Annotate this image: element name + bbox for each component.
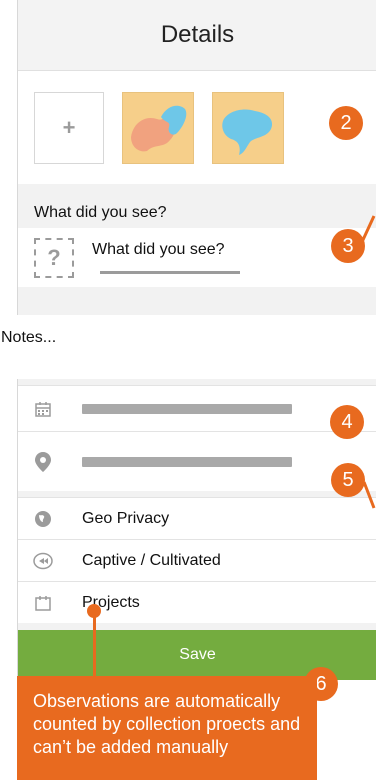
species-section-label: What did you see?	[18, 184, 376, 228]
notes-placeholder: Notes...	[1, 329, 57, 346]
annotation-badge-2: 2	[329, 106, 363, 140]
captive-label: Captive / Cultivated	[82, 551, 221, 569]
photo-thumbnail[interactable]	[122, 91, 194, 164]
annotation-callout: Observations are automatically counted b…	[17, 676, 317, 780]
page-title: Details	[18, 0, 376, 71]
projects-row[interactable]: Projects	[18, 581, 376, 623]
annotation-pointer-3	[360, 215, 376, 243]
globe-icon	[32, 508, 54, 530]
section-divider	[18, 287, 376, 315]
photo-thumbnail[interactable]	[212, 91, 284, 164]
photo-thumbnail-image	[131, 105, 187, 151]
species-input-underline	[100, 271, 240, 274]
save-label: Save	[179, 646, 216, 663]
add-photo-button[interactable]: +	[34, 91, 104, 164]
date-row[interactable]	[18, 385, 376, 431]
geo-privacy-label: Geo Privacy	[82, 509, 170, 527]
unknown-species-icon: ?	[34, 237, 74, 278]
location-value-placeholder	[82, 456, 292, 467]
annotation-badge-5: 5	[331, 463, 365, 497]
location-row[interactable]	[18, 431, 376, 491]
captive-row[interactable]: Captive / Cultivated	[18, 539, 376, 581]
annotation-badge-4: 4	[330, 405, 364, 439]
page-title-text: Details	[160, 21, 235, 48]
photo-thumbnail-image	[222, 108, 273, 155]
captive-icon	[32, 550, 54, 572]
projects-icon	[32, 592, 54, 614]
calendar-icon	[32, 398, 54, 420]
details-screen: Details + What did you see? ? What did y…	[1, 0, 376, 780]
photo-strip: +	[18, 71, 376, 184]
species-section-label-text: What did you see?	[34, 204, 167, 221]
annotation-pointer-5	[362, 481, 376, 509]
date-value-placeholder	[82, 403, 292, 414]
species-input-row[interactable]: ? What did you see?	[18, 228, 376, 287]
annotation-pointer-line	[93, 612, 96, 678]
annotation-callout-text: Observations are automatically counted b…	[33, 691, 301, 757]
plus-icon: +	[62, 114, 76, 140]
notes-field[interactable]: Notes...	[1, 315, 376, 379]
location-pin-icon	[32, 451, 54, 473]
geo-privacy-row[interactable]: Geo Privacy	[18, 497, 376, 539]
species-input[interactable]: What did you see?	[92, 241, 225, 259]
